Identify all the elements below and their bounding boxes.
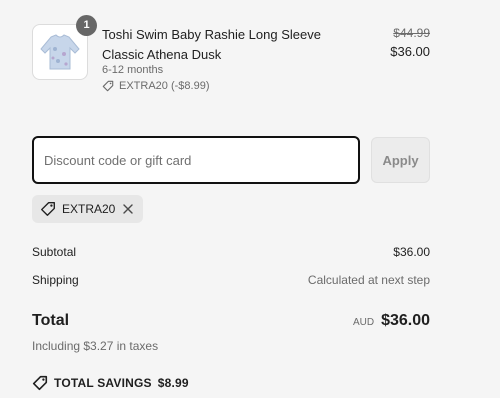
savings-label: TOTAL SAVINGS [54, 376, 152, 390]
applied-discount-chip: EXTRA20 [32, 195, 144, 223]
total-label: Total [32, 312, 70, 329]
tag-icon [41, 202, 55, 216]
subtotal-label: Subtotal [32, 245, 77, 259]
shipping-value: Calculated at next step [307, 273, 430, 287]
tag-icon [32, 375, 48, 391]
applied-code-label: EXTRA20 [62, 202, 116, 216]
apply-button[interactable]: Apply [371, 137, 430, 183]
tag-icon [102, 80, 114, 92]
currency-code: AUD [352, 317, 375, 328]
rashie-shirt-image [40, 34, 80, 70]
subtotal-value: $36.00 [393, 245, 430, 259]
item-discount-label: EXTRA20 (-$8.99) [119, 80, 210, 92]
product-title: Toshi Swim Baby Rashie Long Sleeve Class… [102, 27, 321, 62]
close-icon[interactable] [121, 202, 135, 216]
item-discount: EXTRA20 (-$8.99) [102, 80, 209, 92]
original-price: $44.99 [393, 26, 430, 40]
total-savings: TOTAL SAVINGS $8.99 [32, 375, 189, 391]
taxes-note: Including $3.27 in taxes [32, 339, 159, 353]
item-price: $36.00 [390, 44, 430, 59]
discount-code-input[interactable] [32, 136, 360, 184]
shipping-label: Shipping [32, 273, 79, 287]
total-amount: AUD $36.00 [353, 312, 430, 330]
total-value: $36.00 [381, 312, 430, 329]
savings-value: $8.99 [157, 376, 189, 390]
quantity-badge: 1 [76, 15, 97, 36]
product-variant: 6-12 months [102, 64, 164, 76]
